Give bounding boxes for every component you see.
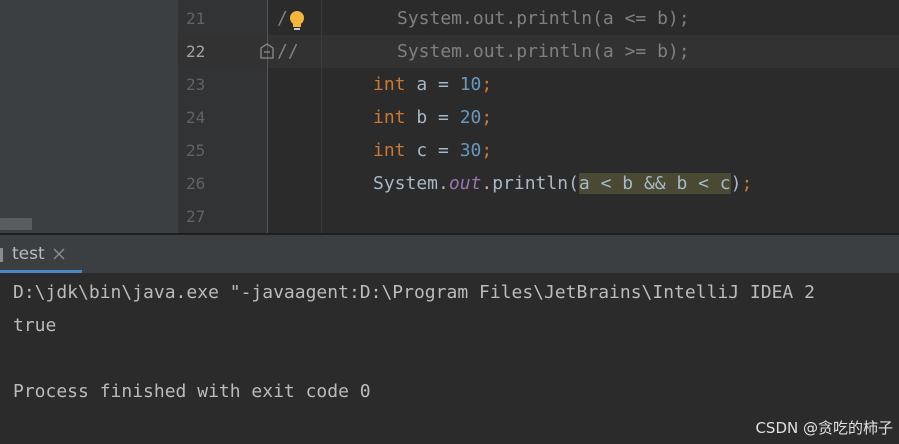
semicolon: ;	[481, 74, 493, 95]
line-number: 24	[186, 108, 206, 127]
lightbulb-icon[interactable]	[288, 10, 306, 32]
code-line-22: System.out.println(a >= b);	[397, 41, 690, 62]
console-output[interactable]: D:\jdk\bin\java.exe "-javaagent:D:\Progr…	[0, 273, 899, 444]
code-line-23: int a = 10;	[373, 68, 492, 101]
code-line-21: System.out.println(a <= b);	[397, 8, 690, 29]
identifier: b =	[405, 107, 460, 128]
semicolon: ;	[481, 107, 493, 128]
console-line: true	[13, 315, 57, 336]
indent-guide	[321, 0, 322, 233]
code-line-24: int b = 20;	[373, 101, 492, 134]
code-line-26: System.out.println(a < b && b < c);	[373, 167, 752, 200]
semicolon: ;	[741, 173, 753, 194]
identifier: a =	[405, 74, 460, 95]
keyword: int	[373, 107, 406, 128]
fold-marker-icon[interactable]	[260, 43, 274, 59]
run-config-icon	[0, 248, 3, 262]
static-field: out	[448, 173, 482, 194]
number-literal: 20	[459, 107, 482, 128]
gutter-separator	[267, 0, 268, 233]
watermark: CSDN @贪吃的柿子	[755, 419, 893, 437]
number-literal: 10	[459, 74, 482, 95]
line-number: 26	[186, 174, 206, 193]
comment-marker: //	[277, 41, 299, 62]
tab-label: test	[12, 244, 45, 264]
code-line-25: int c = 30;	[373, 134, 492, 167]
close-paren: )	[730, 173, 742, 194]
keyword: int	[373, 74, 406, 95]
semicolon: ;	[481, 140, 493, 161]
line-number: 23	[186, 75, 206, 94]
line-number: 27	[186, 207, 206, 226]
ide-window: 21 22 23 24 25 26 27 / System.out.printl…	[0, 0, 899, 444]
tab-test[interactable]: test	[0, 235, 82, 273]
class-name: System.	[373, 173, 449, 194]
comment-marker: /	[277, 8, 288, 29]
line-number: 25	[186, 141, 206, 160]
console-line: D:\jdk\bin\java.exe "-javaagent:D:\Progr…	[13, 282, 815, 303]
line-number: 21	[186, 9, 206, 28]
close-icon[interactable]	[52, 247, 66, 261]
selected-expression[interactable]: a < b && b < c	[578, 173, 731, 194]
project-panel	[0, 0, 178, 233]
number-literal: 30	[459, 140, 482, 161]
method-call: .println(	[481, 173, 579, 194]
line-number: 22	[186, 42, 206, 61]
horizontal-scrollbar[interactable]	[0, 218, 32, 230]
code-editor[interactable]: 21 22 23 24 25 26 27 / System.out.printl…	[0, 0, 899, 233]
identifier: c =	[405, 140, 460, 161]
console-line: Process finished with exit code 0	[13, 381, 371, 402]
run-tab-bar: test	[0, 235, 899, 273]
keyword: int	[373, 140, 406, 161]
